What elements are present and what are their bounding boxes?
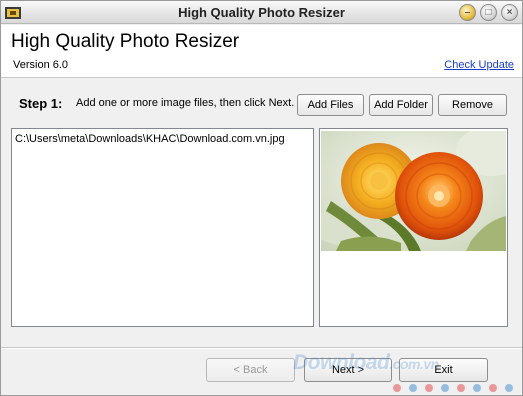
file-list[interactable]: C:\Users\meta\Downloads\KHAC\Download.co… — [11, 128, 314, 327]
app-title: High Quality Photo Resizer — [11, 31, 240, 52]
close-button[interactable]: × — [501, 4, 518, 21]
header-panel: High Quality Photo Resizer Version 6.0 C… — [1, 25, 522, 78]
step-label: Step 1: — [19, 96, 63, 111]
next-button[interactable]: Next > — [304, 358, 392, 382]
step-instruction: Add one or more image files, then click … — [76, 97, 295, 109]
maximize-button[interactable]: □ — [480, 4, 497, 21]
footer-separator — [1, 347, 522, 349]
image-preview — [319, 128, 508, 327]
flower-image — [321, 131, 506, 251]
version-label: Version 6.0 — [13, 59, 69, 71]
maximize-icon: □ — [485, 6, 492, 18]
minimize-icon: – — [464, 6, 471, 18]
remove-button[interactable]: Remove — [438, 94, 507, 116]
add-files-button[interactable]: Add Files — [297, 94, 364, 116]
title-bar[interactable]: High Quality Photo Resizer – □ × — [1, 1, 522, 24]
window-title: High Quality Photo Resizer — [178, 5, 345, 20]
minimize-button[interactable]: – — [459, 4, 476, 21]
check-update-link[interactable]: Check Update — [444, 59, 514, 71]
close-icon: × — [506, 6, 513, 18]
watermark-dots — [393, 384, 513, 392]
back-button[interactable]: < Back — [206, 358, 295, 382]
app-window: High Quality Photo Resizer – □ × High Qu… — [0, 0, 523, 396]
list-item[interactable]: C:\Users\meta\Downloads\KHAC\Download.co… — [15, 133, 285, 145]
add-folder-button[interactable]: Add Folder — [369, 94, 433, 116]
exit-button[interactable]: Exit — [399, 358, 488, 382]
